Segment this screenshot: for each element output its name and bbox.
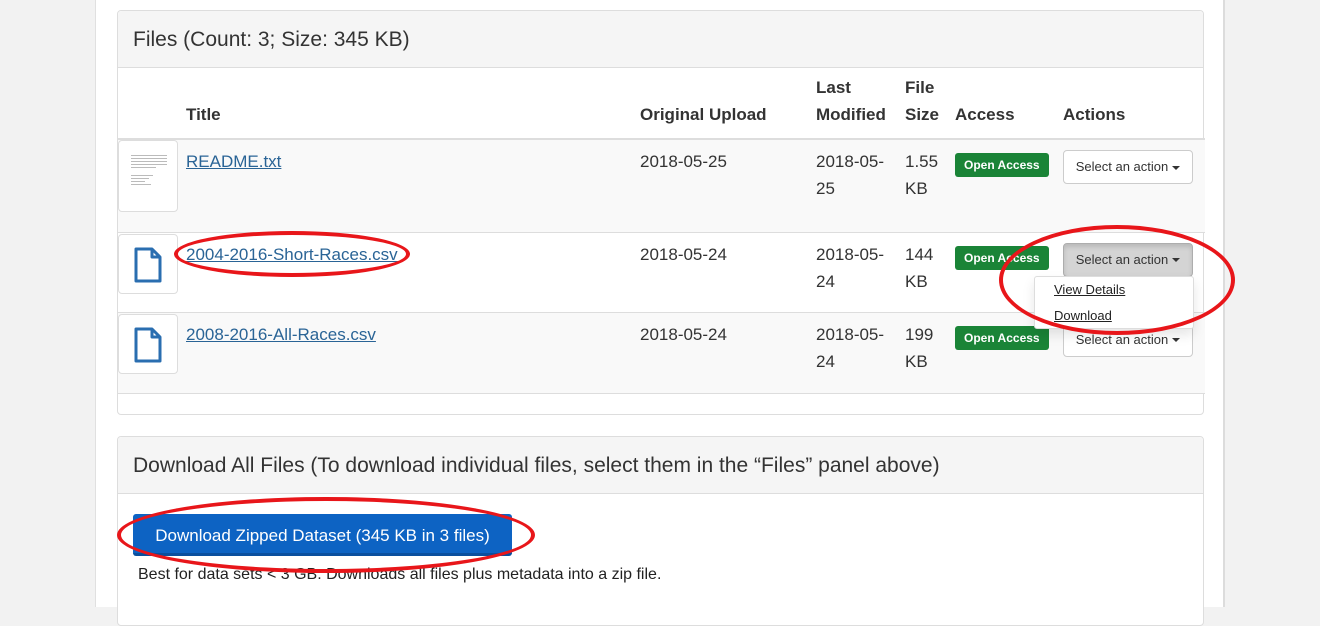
last-modified-header[interactable]: Last Modified <box>816 68 905 140</box>
file-icon <box>134 247 162 282</box>
title-header[interactable]: Title <box>186 68 640 140</box>
original-upload-date: 2018-05-25 <box>640 152 727 171</box>
download-panel-heading: Download All Files (To download individu… <box>118 437 1203 494</box>
files-panel-heading: Files (Count: 3; Size: 345 KB) <box>118 11 1203 68</box>
open-access-badge: Open Access <box>955 153 1049 177</box>
file-title-link[interactable]: 2008-2016-All-Races.csv <box>186 325 376 344</box>
open-access-badge: Open Access <box>955 325 1049 350</box>
table-row: README.txt 2018-05-25 2018-05- 25 1.55 KB … <box>118 139 1205 232</box>
last-modified-date: 2018-05- 25 <box>816 152 885 198</box>
download-help-text: Best for data sets < 3 GB. Downloads all… <box>138 566 662 583</box>
original-upload-date: 2018-05-24 <box>640 244 727 264</box>
caret-down-icon <box>1172 338 1181 343</box>
download-all-panel: Download All Files (To download individu… <box>117 436 1204 626</box>
file-size: 199 KB <box>905 324 934 371</box>
select-action-button[interactable]: Select an action <box>1063 150 1193 184</box>
file-size: 1.55 KB <box>905 152 939 198</box>
file-title-link[interactable]: 2004-2016-Short-Races.csv <box>186 245 398 264</box>
document-preview-lines <box>131 155 167 187</box>
actions-header: Actions <box>1063 68 1205 140</box>
action-dropdown-menu: View Details Download <box>1034 276 1194 329</box>
file-thumbnail[interactable] <box>118 313 178 374</box>
caret-down-icon <box>1172 258 1181 263</box>
original-upload-header[interactable]: Original Upload <box>640 68 816 140</box>
file-icon <box>134 327 162 362</box>
select-action-button[interactable]: Select an action <box>1063 242 1193 277</box>
file-title-link[interactable]: README.txt <box>186 152 281 171</box>
file-size: 144 KB <box>905 244 934 291</box>
last-modified-date: 2018-05- 24 <box>816 244 885 291</box>
open-access-badge: Open Access <box>955 245 1049 270</box>
caret-down-icon <box>1172 165 1181 170</box>
access-header: Access <box>955 68 1063 140</box>
dropdown-item-view-details[interactable]: View Details <box>1035 277 1193 303</box>
files-panel: Files (Count: 3; Size: 345 KB) Title Ori… <box>117 10 1205 415</box>
thumbnail-header <box>118 68 186 140</box>
last-modified-date: 2018-05- 24 <box>816 324 885 371</box>
files-table: Title Original Upload Last Modified File S… <box>118 68 1205 415</box>
text-document-preview-thumbnail[interactable] <box>118 140 178 212</box>
table-footer-row <box>118 393 1205 415</box>
download-zipped-dataset-button[interactable]: Download Zipped Dataset (345 KB in 3 fil… <box>133 514 512 556</box>
file-thumbnail[interactable] <box>118 233 178 294</box>
dropdown-item-download[interactable]: Download <box>1035 303 1193 329</box>
file-size-header[interactable]: File Size <box>905 68 955 140</box>
table-header-row: Title Original Upload Last Modified File S… <box>118 68 1205 140</box>
original-upload-date: 2018-05-24 <box>640 324 727 344</box>
